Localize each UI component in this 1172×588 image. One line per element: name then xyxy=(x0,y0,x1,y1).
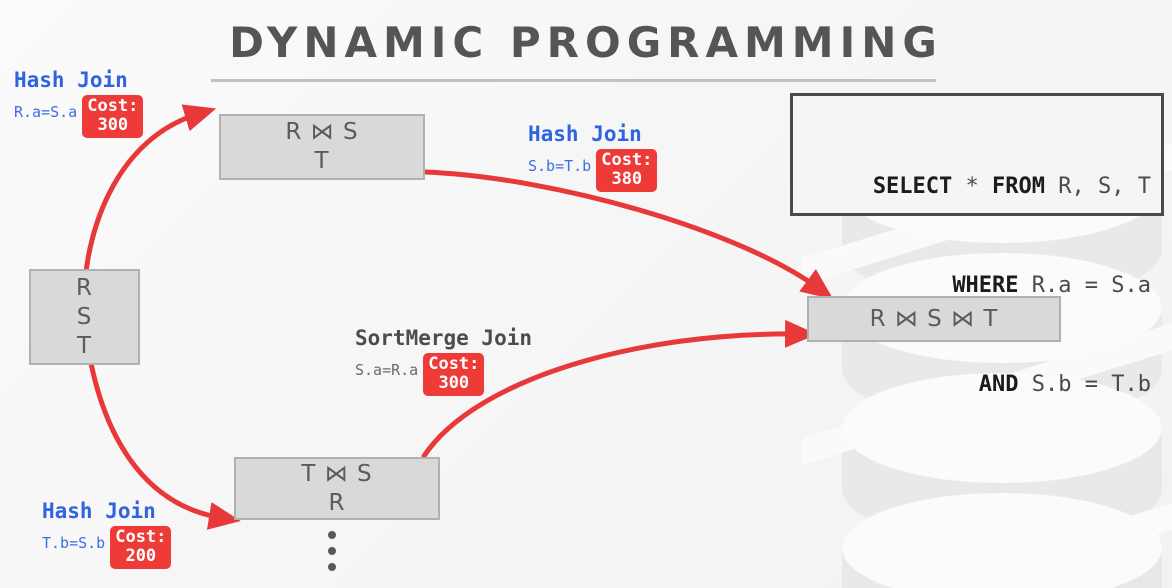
sql-query-box: SELECT * FROM R, S, T WHERE R.a = S.a AN… xyxy=(790,93,1164,397)
sql-keyword: WHERE xyxy=(952,273,1019,298)
cost-badge: Cost: 380 xyxy=(596,149,658,192)
join-annotation-bottom-left: Hash Join T.b=S.b Cost: 200 xyxy=(42,499,172,569)
join-predicate-label: T.b=S.b xyxy=(42,534,106,552)
sql-text: * xyxy=(952,174,993,199)
title-divider xyxy=(211,79,936,82)
cost-label: Cost: xyxy=(87,96,139,116)
cost-label: Cost: xyxy=(115,527,167,547)
sql-keyword: SELECT xyxy=(872,174,953,199)
cost-value: 380 xyxy=(611,169,643,189)
cost-badge: Cost: 300 xyxy=(423,353,485,396)
node-line: R ⋈ S xyxy=(285,119,359,145)
ellipsis-dot xyxy=(328,563,336,571)
sql-text: R, S, T xyxy=(1045,174,1151,199)
cost-label: Cost: xyxy=(601,150,653,170)
sql-text: R.a = S.a xyxy=(1018,273,1151,298)
join-annotation-top-left: Hash Join R.a=S.a Cost: 300 xyxy=(14,68,144,138)
node-line: R xyxy=(76,274,93,301)
cost-label: Cost: xyxy=(428,354,480,374)
ellipsis-dot xyxy=(328,547,336,555)
cost-value: 200 xyxy=(125,546,157,566)
cost-badge: Cost: 200 xyxy=(110,526,172,569)
join-predicate-label: S.a=R.a xyxy=(355,361,419,379)
sql-line-3: AND S.b = T.b xyxy=(803,368,1151,401)
sql-line-1: SELECT * FROM R, S, T xyxy=(803,170,1151,203)
sql-keyword: FROM xyxy=(992,174,1046,199)
plan-node-r-join-s[interactable]: R ⋈ S T xyxy=(219,114,425,180)
join-algorithm-label: Hash Join xyxy=(42,499,156,523)
join-algorithm-label: Hash Join xyxy=(14,68,128,92)
vertical-ellipsis-icon xyxy=(326,531,338,571)
plan-node-base-relations[interactable]: R S T xyxy=(29,269,140,365)
join-predicate-label: R.a=S.a xyxy=(14,103,78,121)
plan-node-t-join-s[interactable]: T ⋈ S R xyxy=(234,457,440,520)
sql-text: S.b = T.b xyxy=(1018,372,1151,397)
join-algorithm-label: SortMerge Join xyxy=(355,326,533,350)
sql-line-2: WHERE R.a = S.a xyxy=(803,269,1151,302)
node-line: T ⋈ S xyxy=(301,460,373,487)
ellipsis-dot xyxy=(328,531,336,539)
page-title: DYNAMIC PROGRAMMING xyxy=(229,18,943,67)
join-predicate-label: S.b=T.b xyxy=(528,157,592,175)
node-line: R xyxy=(328,489,346,516)
node-line: S xyxy=(76,303,93,330)
join-annotation-center: SortMerge Join S.a=R.a Cost: 300 xyxy=(355,326,532,396)
node-line: T xyxy=(314,148,330,174)
node-line: T xyxy=(76,332,93,359)
join-algorithm-label: Hash Join xyxy=(528,122,642,146)
sql-keyword: AND xyxy=(978,372,1019,397)
join-annotation-upper-middle: Hash Join S.b=T.b Cost: 380 xyxy=(528,122,658,192)
cost-value: 300 xyxy=(97,115,129,135)
cost-value: 300 xyxy=(438,373,470,393)
cost-badge: Cost: 300 xyxy=(82,95,144,138)
